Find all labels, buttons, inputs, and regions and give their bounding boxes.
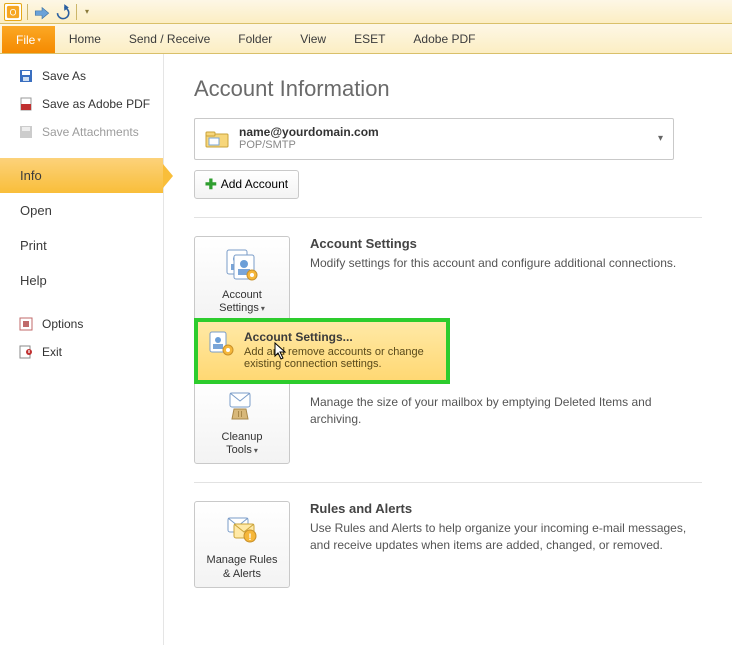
dropdown-description: Add and remove accounts or change existi… (244, 346, 436, 370)
chevron-down-icon: ▾ (261, 304, 265, 313)
sidebar-save-as[interactable]: Save As (0, 62, 163, 90)
button-label: & Alerts (223, 568, 261, 580)
sidebar-options[interactable]: Options (0, 310, 163, 338)
button-label: Cleanup (222, 431, 263, 443)
sidebar-info[interactable]: Info (0, 158, 163, 193)
ribbon-tabs: File Home Send / Receive Folder View ESE… (0, 24, 732, 54)
account-picker[interactable]: name@yourdomain.com POP/SMTP (194, 118, 674, 160)
button-label: Account (222, 289, 262, 301)
svg-text:O: O (10, 7, 17, 17)
cleanup-icon (224, 389, 260, 425)
sidebar-label: Save Attachments (42, 125, 139, 139)
chevron-down-icon: ▾ (254, 446, 258, 455)
rules-alerts-icon: ! (224, 512, 260, 548)
options-icon (18, 316, 34, 332)
section-cleanup: Cleanup Tools▾ Manage the size of your m… (194, 378, 702, 464)
sidebar-label: Save as Adobe PDF (42, 97, 150, 111)
manage-rules-button[interactable]: ! Manage Rules & Alerts (194, 501, 290, 587)
section-rules: ! Manage Rules & Alerts Rules and Alerts… (194, 501, 702, 587)
qat-customize-icon[interactable]: ▾ (82, 7, 92, 16)
exit-icon (18, 344, 34, 360)
sidebar-label: Options (42, 317, 83, 331)
section-divider (194, 482, 702, 483)
section-heading: Account Settings (310, 236, 702, 251)
sidebar-label: Save As (42, 69, 86, 83)
tab-folder[interactable]: Folder (224, 24, 286, 53)
title-bar: O ▾ (0, 0, 732, 24)
account-settings-button[interactable]: Account Settings▾ (194, 236, 290, 322)
qat-separator-2 (76, 4, 77, 20)
add-account-label: Add Account (221, 177, 288, 191)
save-icon (18, 68, 34, 84)
sidebar-label: Exit (42, 345, 62, 359)
qat-separator (27, 4, 28, 20)
tab-file[interactable]: File (2, 26, 55, 53)
sidebar-help[interactable]: Help (0, 263, 163, 298)
account-email: name@yourdomain.com (239, 125, 379, 139)
add-account-button[interactable]: ✚ Add Account (194, 170, 299, 199)
page-title: Account Information (194, 76, 702, 102)
content-pane: Account Information name@yourdomain.com … (164, 54, 732, 645)
main-area: Save As Save as Adobe PDF Save Attachmen… (0, 54, 732, 645)
section-description: Use Rules and Alerts to help organize yo… (310, 520, 702, 554)
section-heading: Rules and Alerts (310, 501, 702, 516)
outlook-icon: O (4, 3, 22, 21)
backstage-sidebar: Save As Save as Adobe PDF Save Attachmen… (0, 54, 164, 645)
account-settings-menu-icon (208, 330, 236, 358)
send-receive-icon[interactable] (33, 3, 51, 21)
tab-view[interactable]: View (286, 24, 340, 53)
undo-icon[interactable] (53, 3, 71, 21)
account-protocol: POP/SMTP (239, 139, 379, 152)
button-label: Manage Rules (207, 554, 278, 566)
dropdown-title: Account Settings... (244, 330, 436, 344)
cleanup-tools-button[interactable]: Cleanup Tools▾ (194, 378, 290, 464)
account-settings-dropdown[interactable]: Account Settings... Add and remove accou… (194, 318, 450, 384)
sidebar-open[interactable]: Open (0, 193, 163, 228)
button-label: Tools (226, 444, 252, 456)
section-description: Modify settings for this account and con… (310, 255, 702, 272)
svg-text:!: ! (249, 532, 252, 542)
tab-eset[interactable]: ESET (340, 24, 399, 53)
folder-icon (205, 129, 229, 149)
sidebar-save-attachments: Save Attachments (0, 118, 163, 146)
tab-home[interactable]: Home (55, 24, 115, 53)
account-settings-icon (224, 247, 260, 283)
tab-send-receive[interactable]: Send / Receive (115, 24, 224, 53)
section-account-settings: Account Settings▾ Account Settings Modif… (194, 236, 702, 322)
section-description: Manage the size of your mailbox by empty… (310, 394, 702, 428)
sidebar-save-as-adobe-pdf[interactable]: Save as Adobe PDF (0, 90, 163, 118)
section-divider (194, 217, 702, 218)
tab-adobe-pdf[interactable]: Adobe PDF (399, 24, 489, 53)
button-label: Settings (219, 302, 259, 314)
attachment-icon (18, 124, 34, 140)
pdf-icon (18, 96, 34, 112)
sidebar-print[interactable]: Print (0, 228, 163, 263)
plus-icon: ✚ (205, 176, 217, 193)
sidebar-exit[interactable]: Exit (0, 338, 163, 366)
